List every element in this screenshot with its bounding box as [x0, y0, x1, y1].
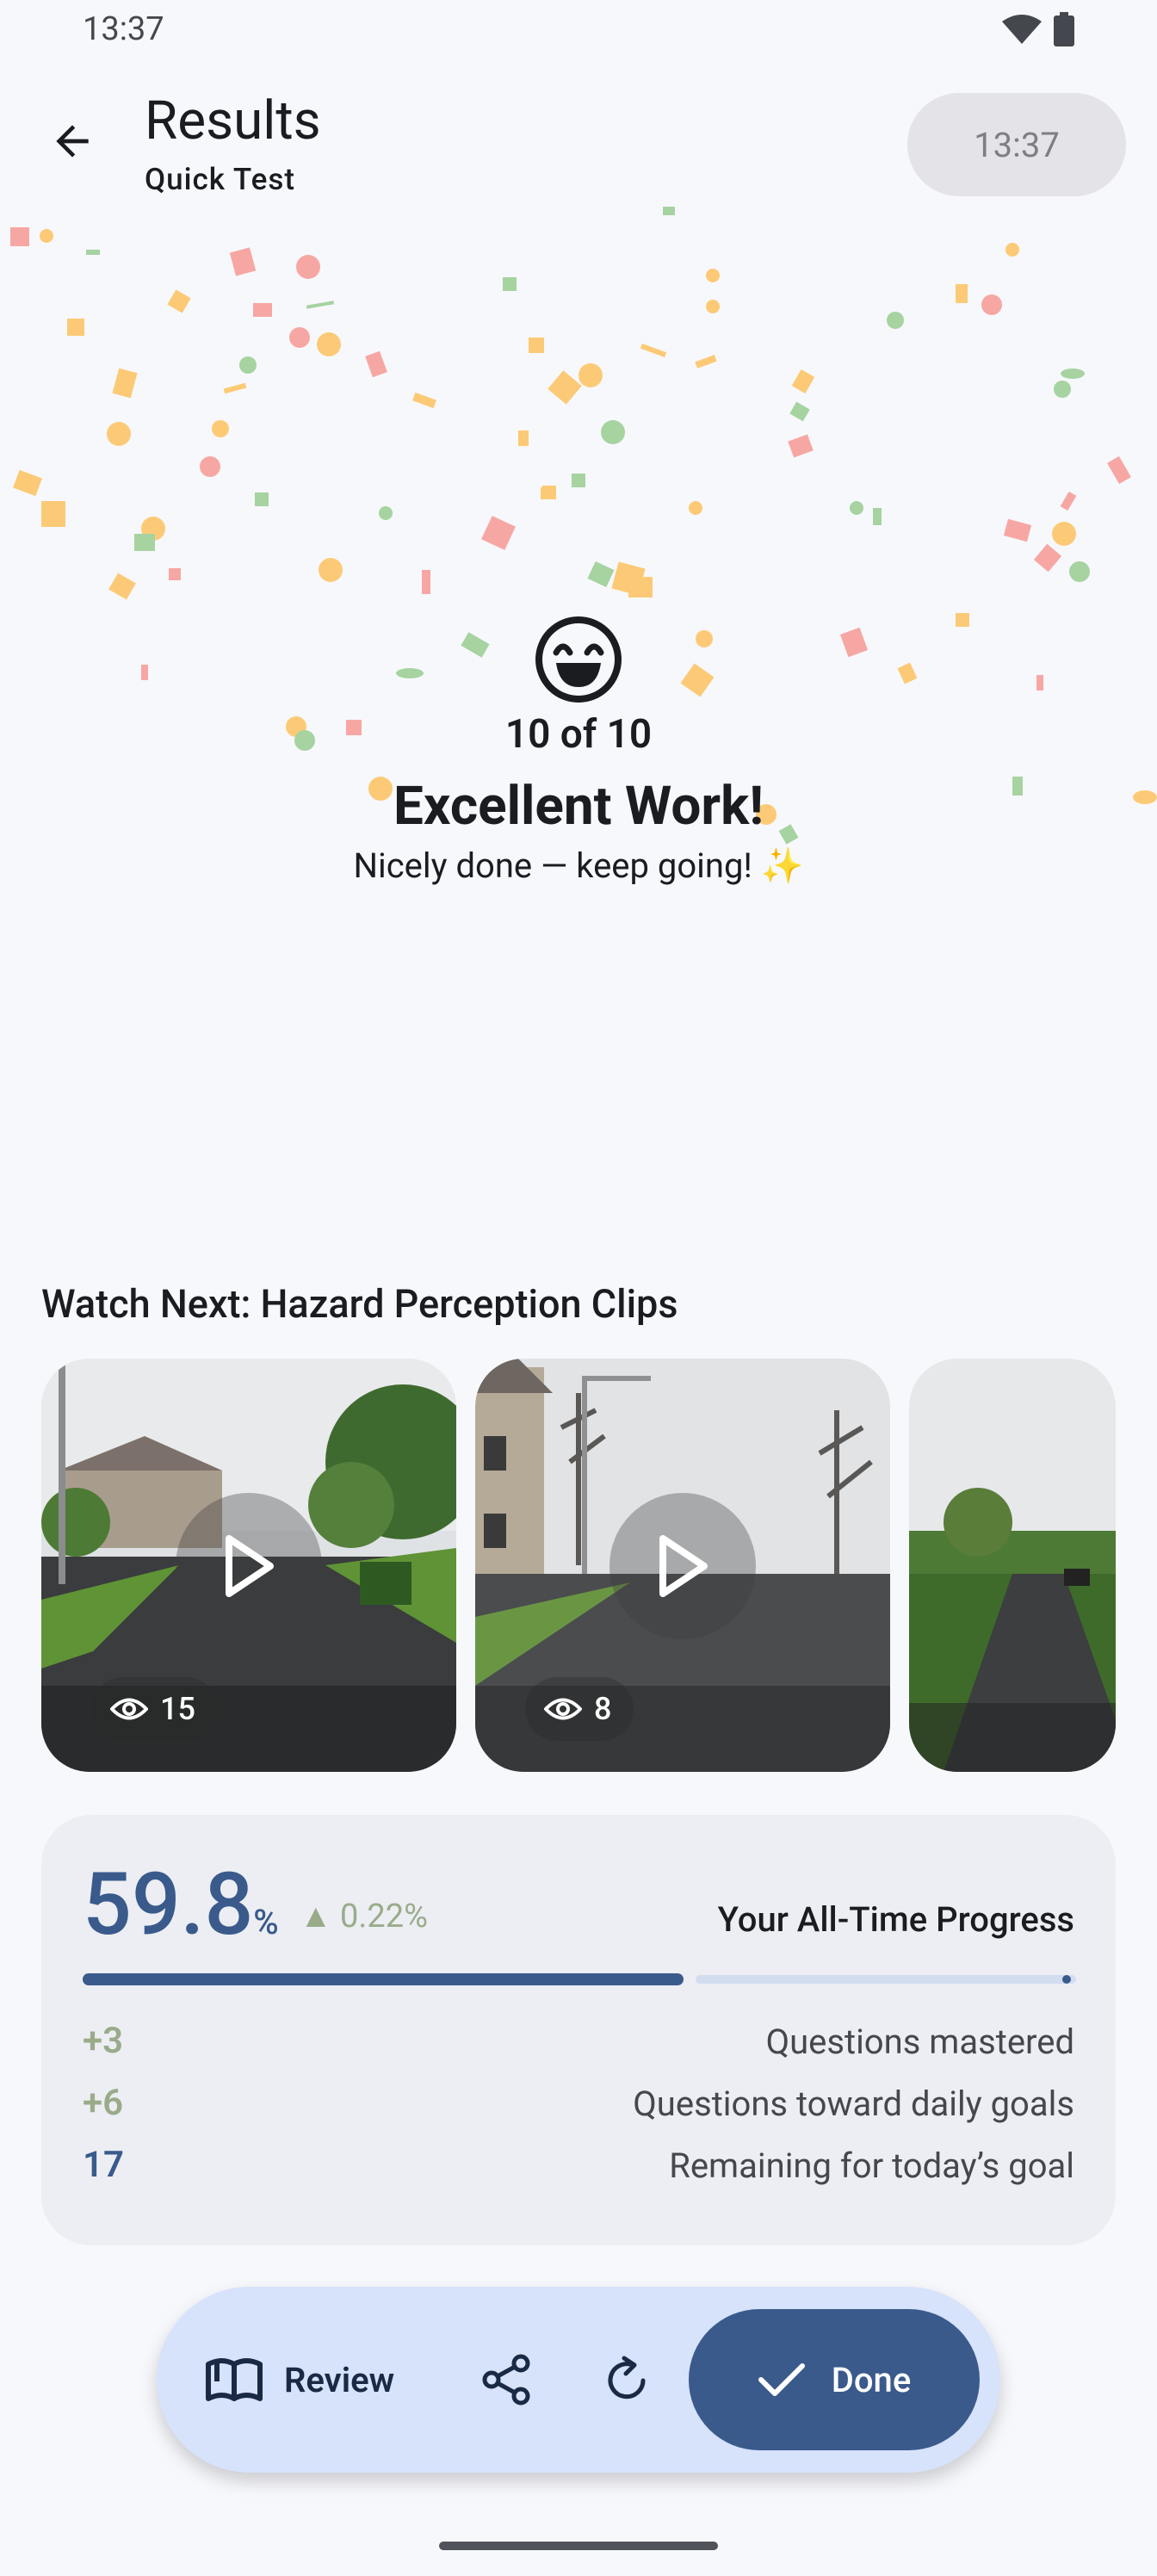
timer-chip[interactable]: 13:37	[907, 93, 1126, 196]
share-icon	[482, 2354, 530, 2406]
play-icon	[226, 1535, 274, 1597]
result-headline: Excellent Work!	[393, 775, 764, 838]
back-button[interactable]	[45, 114, 100, 169]
views-badge: 8	[525, 1677, 634, 1741]
review-button[interactable]: Review	[205, 2340, 394, 2419]
status-icons	[1002, 12, 1074, 46]
wifi-icon	[1002, 15, 1042, 44]
stat-value: +6	[83, 2082, 124, 2124]
progress-percent-value: 59.8	[83, 1855, 254, 1955]
done-label: Done	[831, 2359, 912, 2400]
eye-icon	[544, 1698, 582, 1720]
arrow-back-icon	[56, 125, 89, 158]
confetti-decoration	[10, 207, 1157, 845]
stat-value: +3	[83, 2020, 124, 2062]
stat-label: Questions mastered	[765, 2022, 1074, 2062]
refresh-icon	[608, 2356, 646, 2400]
progress-delta: ▲ 0.22%	[300, 1898, 428, 1935]
views-badge: 15	[91, 1677, 218, 1741]
views-count: 8	[594, 1691, 612, 1727]
status-time: 13:37	[83, 10, 164, 48]
watch-next-title: Watch Next: Hazard Perception Clips	[41, 1281, 678, 1327]
retry-button[interactable]	[587, 2340, 666, 2419]
stat-value: 17	[83, 2144, 124, 2186]
progress-bar-fill	[83, 1973, 684, 1985]
clip-thumbnail	[909, 1359, 1116, 1772]
done-button[interactable]: Done	[689, 2309, 980, 2450]
home-indicator[interactable]	[439, 2542, 718, 2550]
page-subtitle: Quick Test	[145, 162, 296, 197]
bottom-toolbar: Review Done	[157, 2287, 1000, 2473]
review-label: Review	[284, 2359, 395, 2400]
progress-label: Your All-Time Progress	[717, 1899, 1074, 1940]
play-icon	[659, 1535, 708, 1597]
grin-emoji-icon	[535, 616, 622, 703]
share-button[interactable]	[467, 2340, 546, 2419]
progress-bar-end-dot	[1062, 1975, 1071, 1984]
views-count: 15	[160, 1691, 195, 1727]
page-title: Results	[145, 90, 321, 152]
progress-percent-sign: %	[253, 1902, 279, 1942]
eye-icon	[110, 1698, 148, 1720]
clip-card[interactable]: 15	[41, 1359, 456, 1772]
play-button[interactable]	[609, 1493, 756, 1639]
stat-label: Questions toward daily goals	[633, 2084, 1074, 2124]
clip-card[interactable]	[909, 1359, 1116, 1772]
check-icon	[758, 2363, 805, 2396]
result-tagline: Nicely done — keep going! ✨	[353, 845, 804, 886]
progress-card: 59.8% ▲ 0.22% Your All-Time Progress +3 …	[41, 1815, 1116, 2245]
progress-bar-track	[696, 1975, 1076, 1984]
book-open-icon	[206, 2358, 263, 2401]
play-button[interactable]	[176, 1493, 322, 1639]
score-text: 10 of 10	[504, 711, 653, 758]
stat-label: Remaining for today’s goal	[669, 2146, 1074, 2186]
progress-percent: 59.8%	[83, 1855, 279, 1955]
battery-icon	[1054, 12, 1074, 46]
clip-card[interactable]: 8	[475, 1359, 890, 1772]
